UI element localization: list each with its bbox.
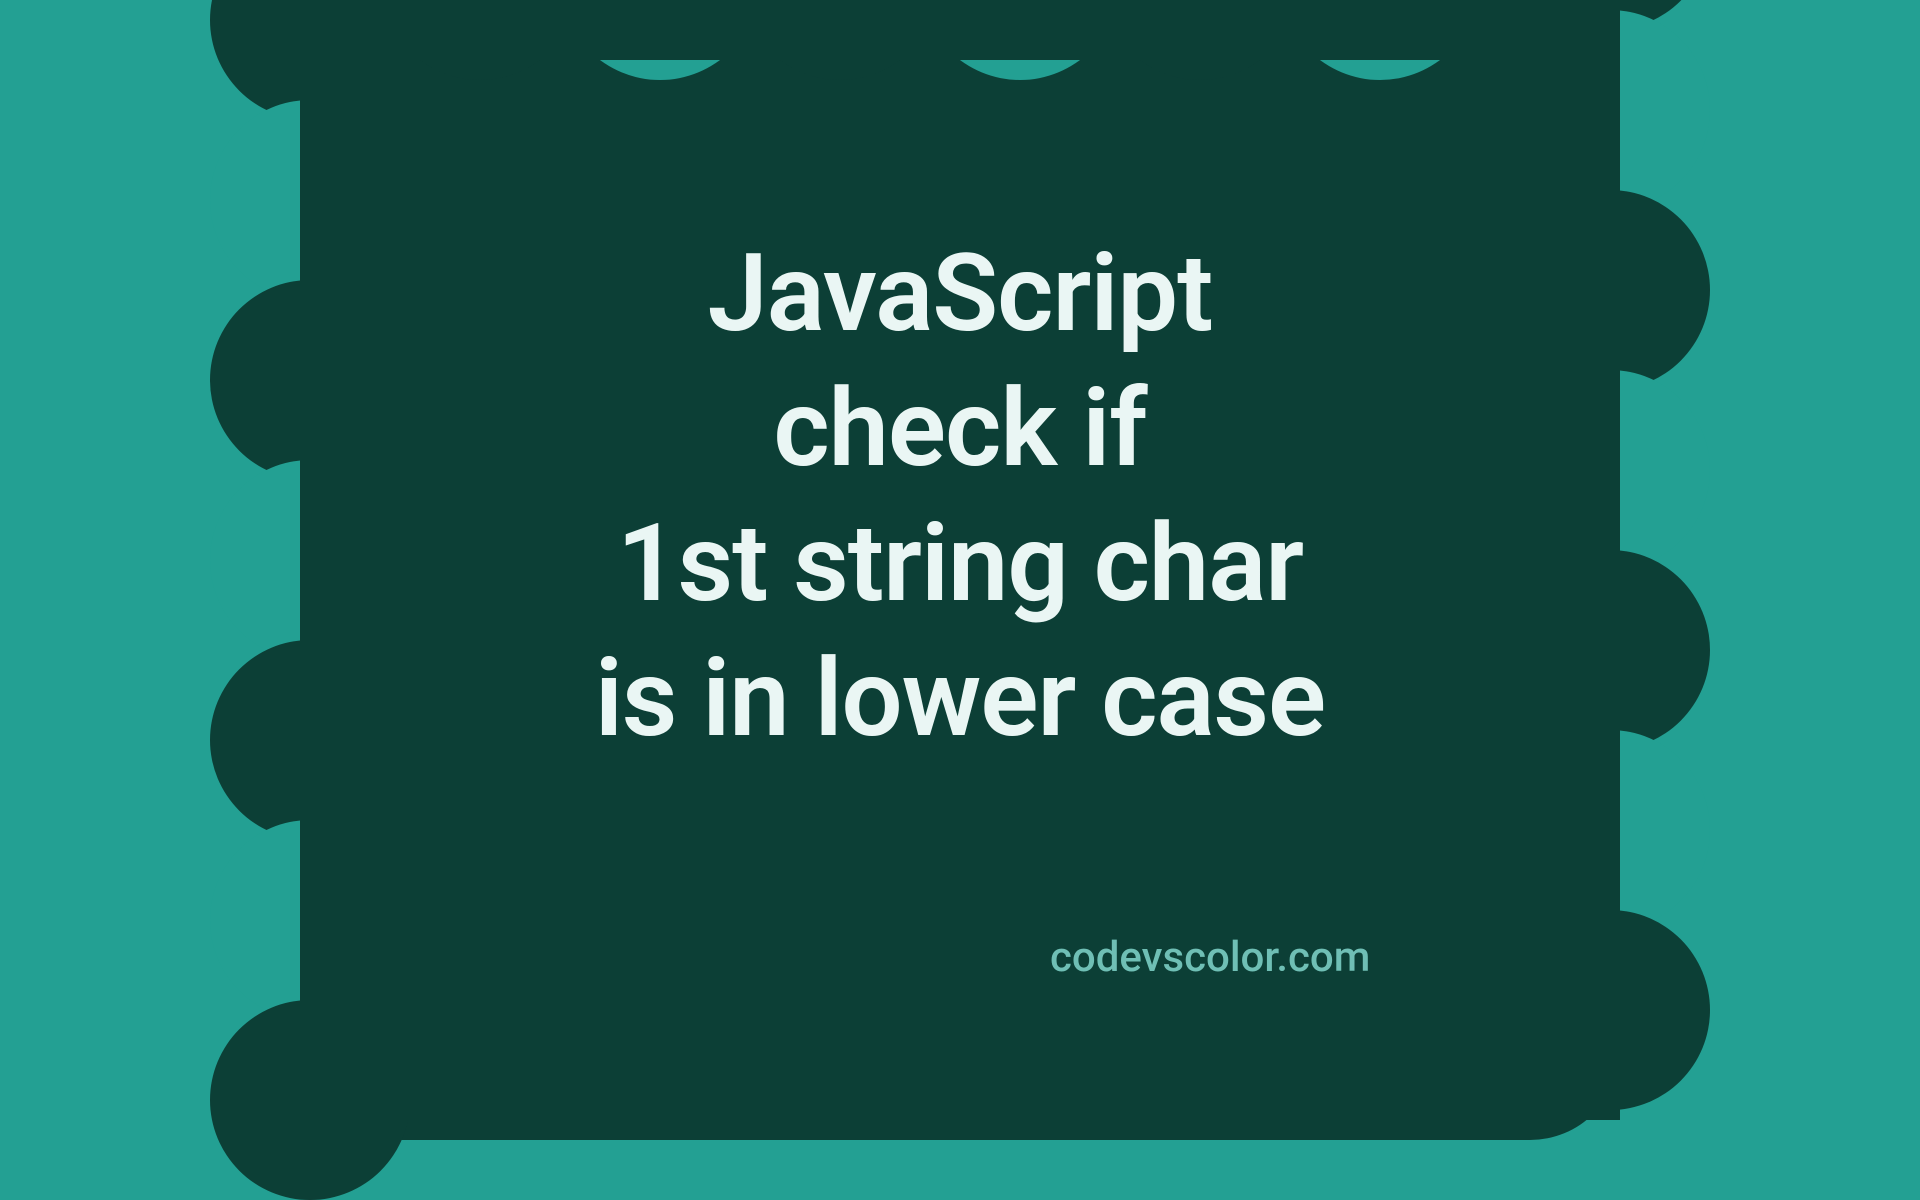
blob-edge-fill bbox=[350, 0, 1570, 60]
title-line: JavaScript bbox=[48, 227, 1872, 362]
main-title-block: JavaScript check if 1st string char is i… bbox=[48, 227, 1872, 767]
watermark-text: codevscolor.com bbox=[1050, 933, 1370, 982]
title-line: check if bbox=[48, 362, 1872, 497]
title-line: 1st string char bbox=[48, 497, 1872, 632]
title-line: is in lower case bbox=[48, 632, 1872, 767]
